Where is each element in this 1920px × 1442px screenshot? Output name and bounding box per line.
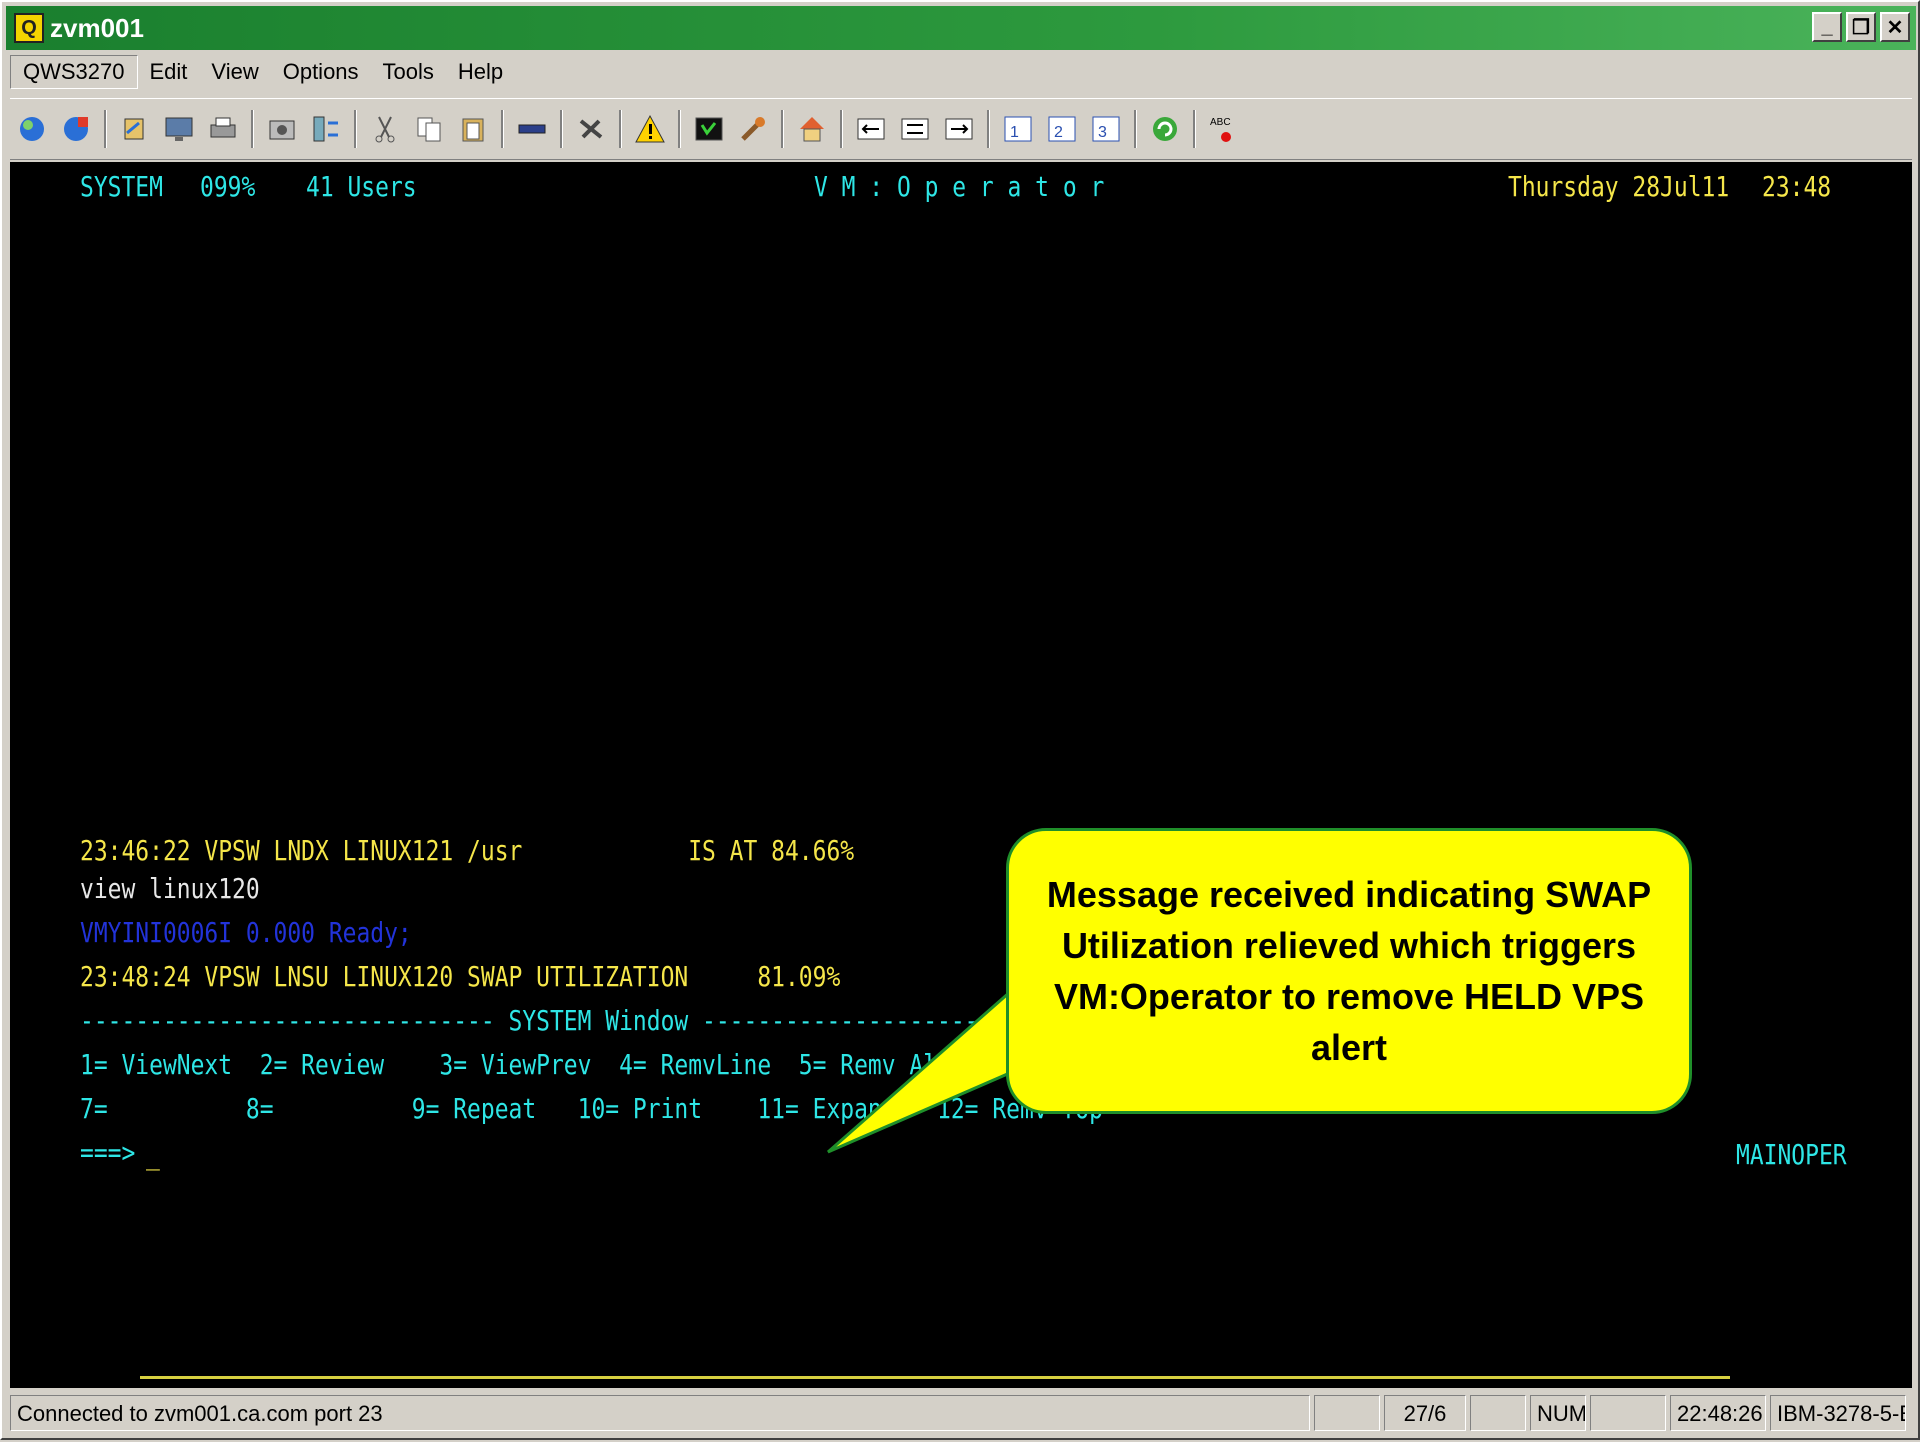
emulator-window: Q zvm001 _ ❐ ✕ QWS3270 Edit View Options… xyxy=(0,0,1920,1440)
warning-icon[interactable] xyxy=(632,111,668,147)
menu-options[interactable]: Options xyxy=(271,56,371,88)
terminal-screen[interactable]: SYSTEM 099% 41 Users V M : O p e r a t o… xyxy=(10,162,1912,1388)
macro-icon[interactable] xyxy=(573,111,609,147)
toolbar-separator xyxy=(781,110,784,148)
command-input-underline[interactable] xyxy=(140,1376,1730,1379)
cpu-usage: 099% xyxy=(200,170,256,203)
pf-keys-row-1[interactable]: 1= ViewNext 2= Review 3= ViewPrev 4= Rem… xyxy=(80,1048,1131,1082)
status-empty xyxy=(1314,1395,1380,1431)
pf-keys-row-2[interactable]: 7= 8= 9= Repeat 10= Print 11= Expand 12=… xyxy=(80,1092,1103,1126)
menu-edit[interactable]: Edit xyxy=(138,56,200,88)
swap-icon[interactable] xyxy=(308,111,344,147)
status-empty xyxy=(1470,1395,1526,1431)
toolbar-separator xyxy=(251,110,254,148)
status-clock: 22:48:26 xyxy=(1670,1395,1766,1431)
header-date: Thursday 28Jul11 xyxy=(1508,170,1730,203)
toolbar: 1 2 3 ABC xyxy=(10,98,1912,160)
toolbar-separator xyxy=(354,110,357,148)
paste-icon[interactable] xyxy=(455,111,491,147)
toolbar-separator xyxy=(840,110,843,148)
callout-box: Message received indicating SWAP Utiliza… xyxy=(1006,828,1692,1114)
header-time: 23:48 xyxy=(1762,170,1832,203)
toolbar-separator xyxy=(1134,110,1137,148)
svg-text:ABC: ABC xyxy=(1210,117,1231,128)
console-icon[interactable] xyxy=(691,111,727,147)
menu-bar: QWS3270 Edit View Options Tools Help xyxy=(10,54,515,90)
cursor-position: 27/6 xyxy=(1384,1395,1466,1431)
toolbar-separator xyxy=(501,110,504,148)
command-prompt: ===> xyxy=(80,1136,136,1169)
pa2-icon[interactable]: 2 xyxy=(1044,111,1080,147)
spellcheck-icon[interactable]: ABC xyxy=(1206,111,1242,147)
menu-tools[interactable]: Tools xyxy=(371,56,446,88)
screenshot-icon[interactable] xyxy=(264,111,300,147)
toolbar-separator xyxy=(987,110,990,148)
tool-icon[interactable] xyxy=(735,111,771,147)
pa3-icon[interactable]: 3 xyxy=(1088,111,1124,147)
cut-icon[interactable] xyxy=(367,111,403,147)
system-label: SYSTEM xyxy=(80,170,163,203)
terminal-type: IBM-3278-5-E xyxy=(1770,1395,1906,1431)
tab-left-icon[interactable] xyxy=(853,111,889,147)
window-title: zvm001 xyxy=(50,12,144,43)
transfer-icon[interactable] xyxy=(117,111,153,147)
status-empty xyxy=(1590,1395,1666,1431)
menu-view[interactable]: View xyxy=(199,56,270,88)
toolbar-separator xyxy=(619,110,622,148)
message-line-4: 23:48:24 VPSW LNSU LINUX120 SWAP UTILIZA… xyxy=(80,960,841,993)
command-cursor[interactable]: _ xyxy=(146,1138,160,1172)
title-bar[interactable]: Q zvm001 _ ❐ ✕ xyxy=(6,6,1916,50)
refresh-icon[interactable] xyxy=(1147,111,1183,147)
tab-right-icon[interactable] xyxy=(941,111,977,147)
svg-text:3: 3 xyxy=(1098,124,1107,141)
toolbar-separator xyxy=(560,110,563,148)
home-icon[interactable] xyxy=(794,111,830,147)
callout-text: Message received indicating SWAP Utiliza… xyxy=(1046,874,1652,1068)
message-line-1: 23:46:22 VPSW LNDX LINUX121 /usr IS AT 8… xyxy=(80,834,855,867)
status-bar: Connected to zvm001.ca.com port 23 27/6 … xyxy=(10,1392,1912,1434)
close-button[interactable]: ✕ xyxy=(1880,12,1910,42)
menu-help[interactable]: Help xyxy=(446,56,515,88)
print-icon[interactable] xyxy=(205,111,241,147)
restore-button[interactable]: ❐ xyxy=(1846,12,1876,42)
svg-text:1: 1 xyxy=(1010,124,1019,141)
app-title: V M : O p e r a t o r xyxy=(814,170,1105,203)
connect-icon[interactable] xyxy=(14,111,50,147)
user-id: MAINOPER xyxy=(1736,1138,1847,1171)
keyboard-icon[interactable] xyxy=(514,111,550,147)
app-logo-icon: Q xyxy=(14,13,44,43)
message-line-3: VMYINI0006I 0.000 Ready; xyxy=(80,916,412,949)
menu-qws3270[interactable]: QWS3270 xyxy=(10,55,138,89)
pa1-icon[interactable]: 1 xyxy=(1000,111,1036,147)
toolbar-separator xyxy=(678,110,681,148)
display-icon[interactable] xyxy=(161,111,197,147)
tab-field-icon[interactable] xyxy=(897,111,933,147)
num-lock-indicator: NUM xyxy=(1530,1395,1586,1431)
disconnect-icon[interactable] xyxy=(58,111,94,147)
minimize-button[interactable]: _ xyxy=(1812,12,1842,42)
copy-icon[interactable] xyxy=(411,111,447,147)
connection-status: Connected to zvm001.ca.com port 23 xyxy=(10,1395,1310,1431)
user-count: 41 Users xyxy=(306,170,417,203)
svg-text:2: 2 xyxy=(1054,124,1063,141)
toolbar-separator xyxy=(1193,110,1196,148)
message-line-2: view linux120 xyxy=(80,872,260,905)
system-window-separator: ------------------------------ SYSTEM Wi… xyxy=(80,1004,1131,1037)
toolbar-separator xyxy=(104,110,107,148)
